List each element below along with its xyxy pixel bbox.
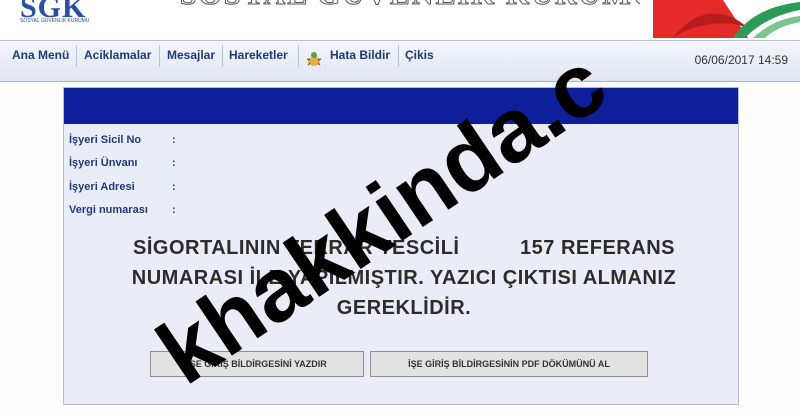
menu-aciklamalar[interactable]: Aciklamalar [84,48,151,62]
status-message: SİGORTALININ TEKRAR TESCİLİ 157 REFERANS… [94,233,714,323]
menu-cikis[interactable]: Çikis [405,48,434,62]
pdf-download-button[interactable]: İŞE GİRİŞ BİLDİRGESİNİN PDF DÖKÜMÜNÜ AL [370,351,648,377]
brand-art-icon [653,0,800,38]
menu-divider [222,45,223,67]
logo-subtext: SOSYAL GÜVENLİK KURUMU [20,18,90,24]
menu-divider [76,45,77,67]
menu-hata-bildir[interactable]: Hata Bildir [330,48,390,62]
status-message-line: NUMARASI İLE YAPILMIŞTIR. YAZICI ÇIKTISI… [131,267,677,289]
banner-title: SOSYAL GÜVENLİK KURUMU [180,0,640,18]
menu-bar: Ana Menü Aciklamalar Mesajlar Hareketler… [0,40,800,82]
print-declaration-button[interactable]: İŞE GİRİŞ BİLDİRGESİNİ YAZDIR [150,351,364,377]
bug-report-icon[interactable] [305,50,323,68]
field-label-adres: İşyeri Adresi [69,181,135,193]
field-label-unvan: İşyeri Ünvanı [69,157,138,169]
header-bar: SGK SOSYAL GÜVENLİK KURUMU SOSYAL GÜVENL… [0,0,800,40]
menu-hareketler[interactable]: Hareketler [229,48,288,62]
datetime-display: 06/06/2017 14:59 [694,53,788,67]
field-label-vergi-no: Vergi numarası [69,204,148,216]
field-colon: : [172,204,176,216]
menu-divider [159,45,160,67]
menu-divider [398,45,399,67]
panel-header [64,88,738,124]
menu-mesajlar[interactable]: Mesajlar [167,48,215,62]
field-colon: : [172,157,176,169]
field-colon: : [172,181,176,193]
menu-ana-menu[interactable]: Ana Menü [12,48,69,62]
declaration-panel: İşyeri Sicil No : İşyeri Ünvanı : İşyeri… [63,87,739,405]
status-message-line: GEREKLİDİR. [336,297,472,319]
field-colon: : [172,134,176,146]
field-label-sicil-no: İşyeri Sicil No [69,134,142,146]
status-message-line: SİGORTALININ TEKRAR TESCİLİ 157 REFERANS [133,237,675,259]
menu-divider [298,45,299,67]
sgk-logo: SGK SOSYAL GÜVENLİK KURUMU [20,0,130,28]
